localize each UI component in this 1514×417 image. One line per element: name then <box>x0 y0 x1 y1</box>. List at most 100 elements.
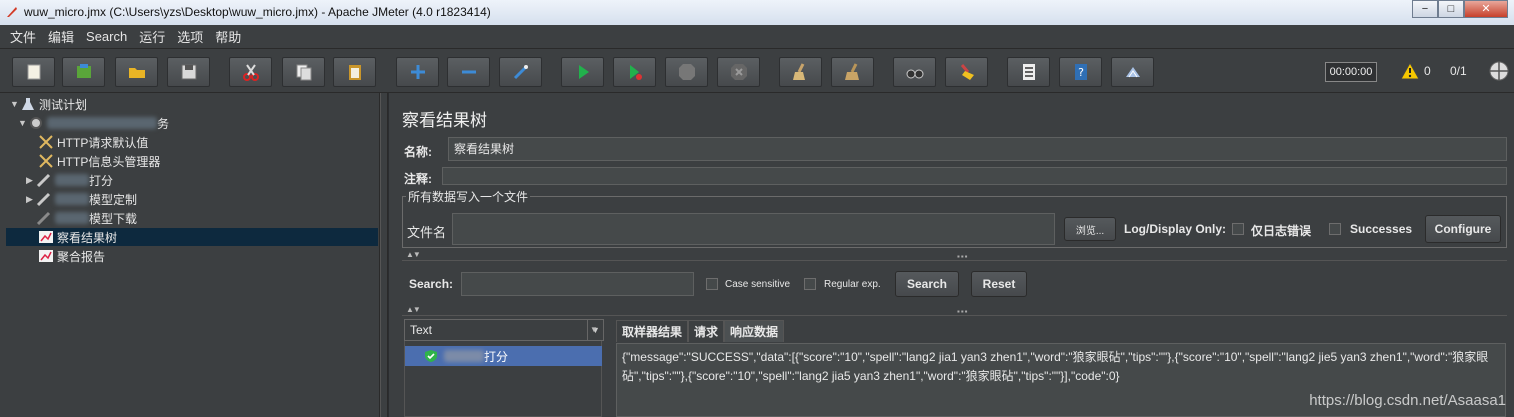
menu-help[interactable]: 帮助 <box>209 27 247 46</box>
menu-edit[interactable]: 编辑 <box>42 27 80 46</box>
start-no-pauses-button[interactable] <box>613 57 656 87</box>
warning-icon[interactable] <box>1400 61 1420 81</box>
search-label: Search: <box>409 277 454 291</box>
tree-label: HTTP信息头管理器 <box>57 154 161 169</box>
tree-label: 察看结果树 <box>57 230 118 245</box>
save-button[interactable] <box>167 57 210 87</box>
comment-input[interactable] <box>442 167 1507 185</box>
binoculars-icon <box>906 69 923 79</box>
divider-arrows-icon[interactable]: ▲▼ <box>406 250 421 259</box>
filename-input[interactable] <box>452 213 1055 245</box>
play-icon <box>578 65 589 79</box>
broom-clear-icon <box>792 63 805 80</box>
tree-node-aggregate-report[interactable]: 聚合报告 <box>38 247 105 265</box>
minimize-button[interactable]: − <box>1412 0 1438 18</box>
close-button[interactable]: ✕ <box>1464 0 1508 18</box>
shutdown-button[interactable] <box>717 57 760 87</box>
regular-exp-checkbox[interactable] <box>804 278 816 290</box>
flask-icon <box>22 98 34 110</box>
collapse-left-icon[interactable]: ▼ <box>590 325 598 334</box>
expand-arrow-icon[interactable]: ▶ <box>26 194 36 205</box>
name-input[interactable]: 察看结果树 <box>448 137 1507 161</box>
search-input[interactable] <box>461 272 694 296</box>
configure-button[interactable]: Configure <box>1425 215 1501 243</box>
filename-label: 文件名 <box>407 225 447 240</box>
redacted-name <box>444 350 484 362</box>
collapse-arrow-icon[interactable]: ▼ <box>10 99 20 109</box>
case-sensitive-label: Case sensitive <box>725 279 791 290</box>
name-label: 名称: <box>404 145 432 159</box>
tab-sampler-result[interactable]: 取样器结果 <box>616 320 689 342</box>
maximize-button[interactable]: □ <box>1438 0 1464 18</box>
renderer-value: Text <box>410 323 433 337</box>
stop-button[interactable] <box>665 57 708 87</box>
successes-checkbox[interactable] <box>1329 223 1341 235</box>
minus-icon <box>461 70 476 74</box>
open-button[interactable] <box>115 57 158 87</box>
result-list-item[interactable]: 打分 <box>405 346 602 366</box>
toggle-button[interactable] <box>499 57 542 87</box>
new-button[interactable] <box>12 57 55 87</box>
remote-button[interactable] <box>1111 57 1154 87</box>
tree-node-test-plan[interactable]: ▼ 测试计划 <box>10 95 87 113</box>
browse-button[interactable]: 浏览... <box>1064 217 1116 241</box>
result-item-label: 打分 <box>484 349 509 364</box>
start-button[interactable] <box>561 57 604 87</box>
play-no-timer-icon <box>629 65 642 80</box>
tree-node-http-defaults[interactable]: HTTP请求默认值 <box>38 133 148 151</box>
panel-splitter[interactable] <box>380 93 388 417</box>
menu-run[interactable]: 运行 <box>133 27 171 46</box>
tree-node-thread-group[interactable]: ▼ 务 <box>18 114 169 132</box>
help-button[interactable]: ? <box>1059 57 1102 87</box>
search-button[interactable]: Search <box>895 271 959 297</box>
collapse-arrow-icon[interactable]: ▼ <box>18 118 28 128</box>
tab-response-data[interactable]: 响应数据 <box>724 320 785 342</box>
tree-node-view-results-tree[interactable]: 察看结果树 <box>6 228 378 246</box>
templates-button[interactable] <box>62 57 105 87</box>
tree-node-score[interactable]: ▶ 打分 <box>26 171 113 189</box>
menu-search[interactable]: Search <box>80 29 133 44</box>
tree-node-model-download[interactable]: 模型下载 <box>36 209 137 227</box>
tree-node-header-manager[interactable]: HTTP信息头管理器 <box>38 152 160 170</box>
clear-button[interactable] <box>779 57 822 87</box>
folder-open-icon <box>128 68 145 78</box>
watermark: https://blog.csdn.net/Asaasa1 <box>1309 392 1506 409</box>
paste-button[interactable] <box>333 57 376 87</box>
errors-only-label: 仅日志错误 <box>1251 224 1312 238</box>
divider-line <box>402 260 1507 261</box>
redacted-name <box>55 174 89 186</box>
reset-button[interactable]: Reset <box>971 271 1027 297</box>
jmeter-feather-icon <box>7 7 17 17</box>
redacted-name <box>55 193 89 205</box>
expand-all-button[interactable] <box>396 57 439 87</box>
broom-icon <box>960 64 974 80</box>
broom-clear-all-icon <box>844 63 859 80</box>
expand-arrow-icon[interactable]: ▶ <box>26 175 36 186</box>
renderer-select[interactable]: Text ▼ <box>404 319 604 341</box>
redacted-name <box>55 212 89 224</box>
save-icon <box>181 64 196 80</box>
reset-search-button[interactable] <box>945 57 988 87</box>
divider-arrows-icon[interactable]: ▲▼ <box>406 305 421 314</box>
listener-chart-icon <box>39 231 53 243</box>
cut-button[interactable] <box>229 57 272 87</box>
copy-button[interactable] <box>282 57 325 87</box>
tree-node-model-custom[interactable]: ▶ 模型定制 <box>26 190 137 208</box>
menu-options[interactable]: 选项 <box>171 27 209 46</box>
gear-icon <box>30 117 42 129</box>
svg-text:?: ? <box>1078 66 1084 79</box>
wrench-icon <box>39 154 53 168</box>
function-list-icon <box>1022 64 1035 80</box>
collapse-all-button[interactable] <box>447 57 490 87</box>
menu-file[interactable]: 文件 <box>4 27 42 46</box>
clipboard-icon <box>348 65 361 80</box>
tab-request[interactable]: 请求 <box>688 320 725 342</box>
elapsed-timer: 00:00:00 <box>1325 62 1377 82</box>
remote-icon <box>1125 67 1140 78</box>
find-button[interactable] <box>893 57 936 87</box>
function-helper-button[interactable] <box>1007 57 1050 87</box>
clear-all-button[interactable] <box>831 57 874 87</box>
case-sensitive-checkbox[interactable] <box>706 278 718 290</box>
sampler-pen-icon <box>36 192 51 207</box>
errors-only-checkbox[interactable] <box>1232 223 1244 235</box>
